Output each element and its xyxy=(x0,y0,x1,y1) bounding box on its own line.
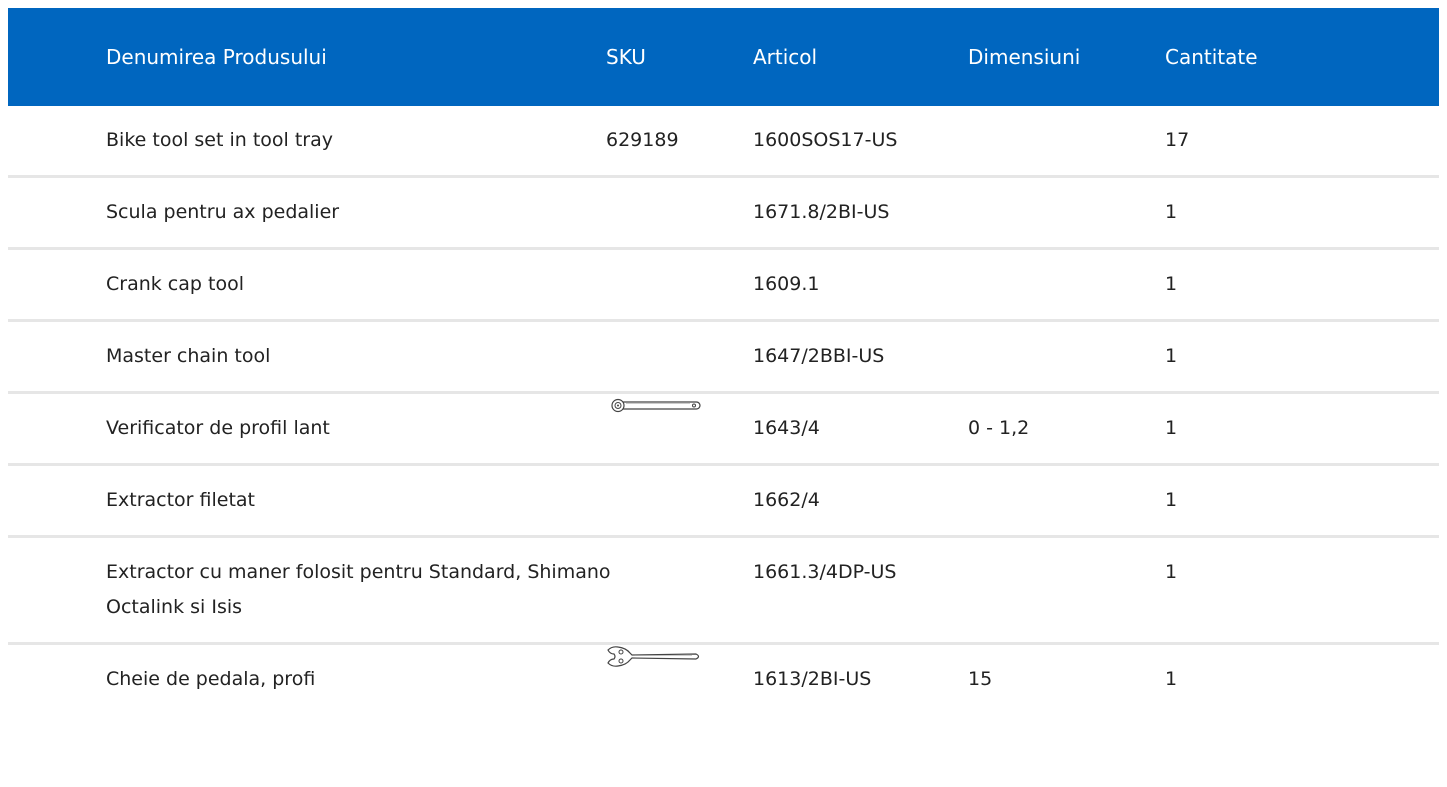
cell-dimensions xyxy=(968,464,1165,538)
cell-quantity: 1 xyxy=(1165,248,1439,322)
table-row: Master chain tool 1647/2BBI-US 1 xyxy=(8,320,1439,394)
cell-product-name: Extractor cu maner folosit pentru Standa… xyxy=(8,536,611,645)
cell-quantity: 1 xyxy=(1165,176,1439,250)
cell-product-name: Cheie de pedala, profi xyxy=(8,644,606,715)
cell-dimensions xyxy=(968,176,1165,250)
cell-article: 1671.8/2BI-US xyxy=(753,176,968,250)
article-text: 1600SOS17-US xyxy=(753,129,898,151)
cell-dimensions xyxy=(968,536,1165,645)
cell-product-name: Scula pentru ax pedalier xyxy=(8,176,606,250)
product-name-text: Scula pentru ax pedalier xyxy=(106,201,340,223)
product-name-text: Verificator de profil lant xyxy=(106,417,330,439)
cell-sku xyxy=(606,464,753,538)
cell-product-name: Crank cap tool xyxy=(8,248,606,322)
article-text: 1643/4 xyxy=(753,417,820,439)
article-text: 1661.3/4DP-US xyxy=(753,561,897,583)
cell-dimensions: 0 - 1,2 xyxy=(968,392,1165,466)
product-name-text: Cheie de pedala, profi xyxy=(106,668,316,690)
cell-article: 1609.1 xyxy=(753,248,968,322)
article-text: 1662/4 xyxy=(753,489,820,511)
table-row: Cheie de pedala, profi 1613/2BI-US 15 1 xyxy=(8,644,1439,715)
cell-product-name: Extractor filetat xyxy=(8,464,606,538)
cell-product-name: Verificator de profil lant xyxy=(8,392,606,466)
cell-sku xyxy=(606,392,753,466)
table-header: Denumirea Produsului SKU Articol Dimensi… xyxy=(8,8,1439,106)
article-text: 1609.1 xyxy=(753,273,820,295)
cell-dimensions xyxy=(968,320,1165,394)
cell-product-name: Master chain tool xyxy=(8,320,606,394)
cell-sku xyxy=(606,536,753,645)
cell-quantity: 1 xyxy=(1165,536,1439,645)
cell-product-name: Bike tool set in tool tray xyxy=(8,106,606,178)
cell-article: 1647/2BBI-US xyxy=(753,320,968,394)
cell-article: 1661.3/4DP-US xyxy=(753,536,968,645)
table-row: Crank cap tool 1609.1 1 xyxy=(8,248,1439,322)
cell-dimensions xyxy=(968,106,1165,178)
cell-sku xyxy=(606,176,753,250)
cell-quantity: 1 xyxy=(1165,392,1439,466)
cell-quantity: 1 xyxy=(1165,668,1178,690)
header-row: Denumirea Produsului SKU Articol Dimensi… xyxy=(8,8,1439,106)
cell-article: 1662/4 xyxy=(753,464,968,538)
article-text: 1647/2BBI-US xyxy=(753,345,885,367)
cell-sku: 629189 xyxy=(606,106,753,178)
table-row: Extractor cu maner folosit pentru Standa… xyxy=(8,536,1439,645)
header-sku: SKU xyxy=(606,45,646,69)
pedal-wrench-icon xyxy=(606,644,753,670)
product-table: Denumirea Produsului SKU Articol Dimensi… xyxy=(8,8,1439,714)
header-quantity: Cantitate xyxy=(1165,45,1258,69)
cell-sku xyxy=(606,248,753,322)
cell-quantity: 1 xyxy=(1165,320,1439,394)
cell-article: 1643/4 xyxy=(753,392,968,466)
cell-article: 1613/2BI-US xyxy=(753,644,968,715)
product-table-container: Denumirea Produsului SKU Articol Dimensi… xyxy=(8,8,1439,714)
cell-dimensions xyxy=(968,248,1165,322)
chain-checker-tool-icon xyxy=(606,393,753,419)
product-name-text: Master chain tool xyxy=(106,345,271,367)
cell-article: 1600SOS17-US xyxy=(753,106,968,178)
product-name-text: Extractor filetat xyxy=(106,489,256,511)
table-row: Scula pentru ax pedalier 1671.8/2BI-US 1 xyxy=(8,176,1439,250)
header-product-name: Denumirea Produsului xyxy=(106,45,327,69)
table-row: Verificator de profil lant 1643/4 0 - 1,… xyxy=(8,392,1439,466)
product-name-text: Crank cap tool xyxy=(106,273,244,295)
article-text: 1671.8/2BI-US xyxy=(753,201,890,223)
cell-quantity: 1 xyxy=(1165,464,1439,538)
table-row: Bike tool set in tool tray 629189 1600SO… xyxy=(8,106,1439,178)
product-name-text: Extractor cu maner folosit pentru Standa… xyxy=(106,561,611,618)
cell-sku xyxy=(606,320,753,394)
header-article: Articol xyxy=(753,45,818,69)
cell-quantity: 17 xyxy=(1165,106,1439,178)
table-row: Extractor filetat 1662/4 1 xyxy=(8,464,1439,538)
cell-dimensions: 15 xyxy=(968,668,993,690)
product-name-text: Bike tool set in tool tray xyxy=(106,129,333,151)
header-dimensions: Dimensiuni xyxy=(968,45,1081,69)
cell-sku xyxy=(606,644,753,715)
table-body: Bike tool set in tool tray 629189 1600SO… xyxy=(8,106,1439,714)
article-text: 1613/2BI-US xyxy=(753,668,872,690)
